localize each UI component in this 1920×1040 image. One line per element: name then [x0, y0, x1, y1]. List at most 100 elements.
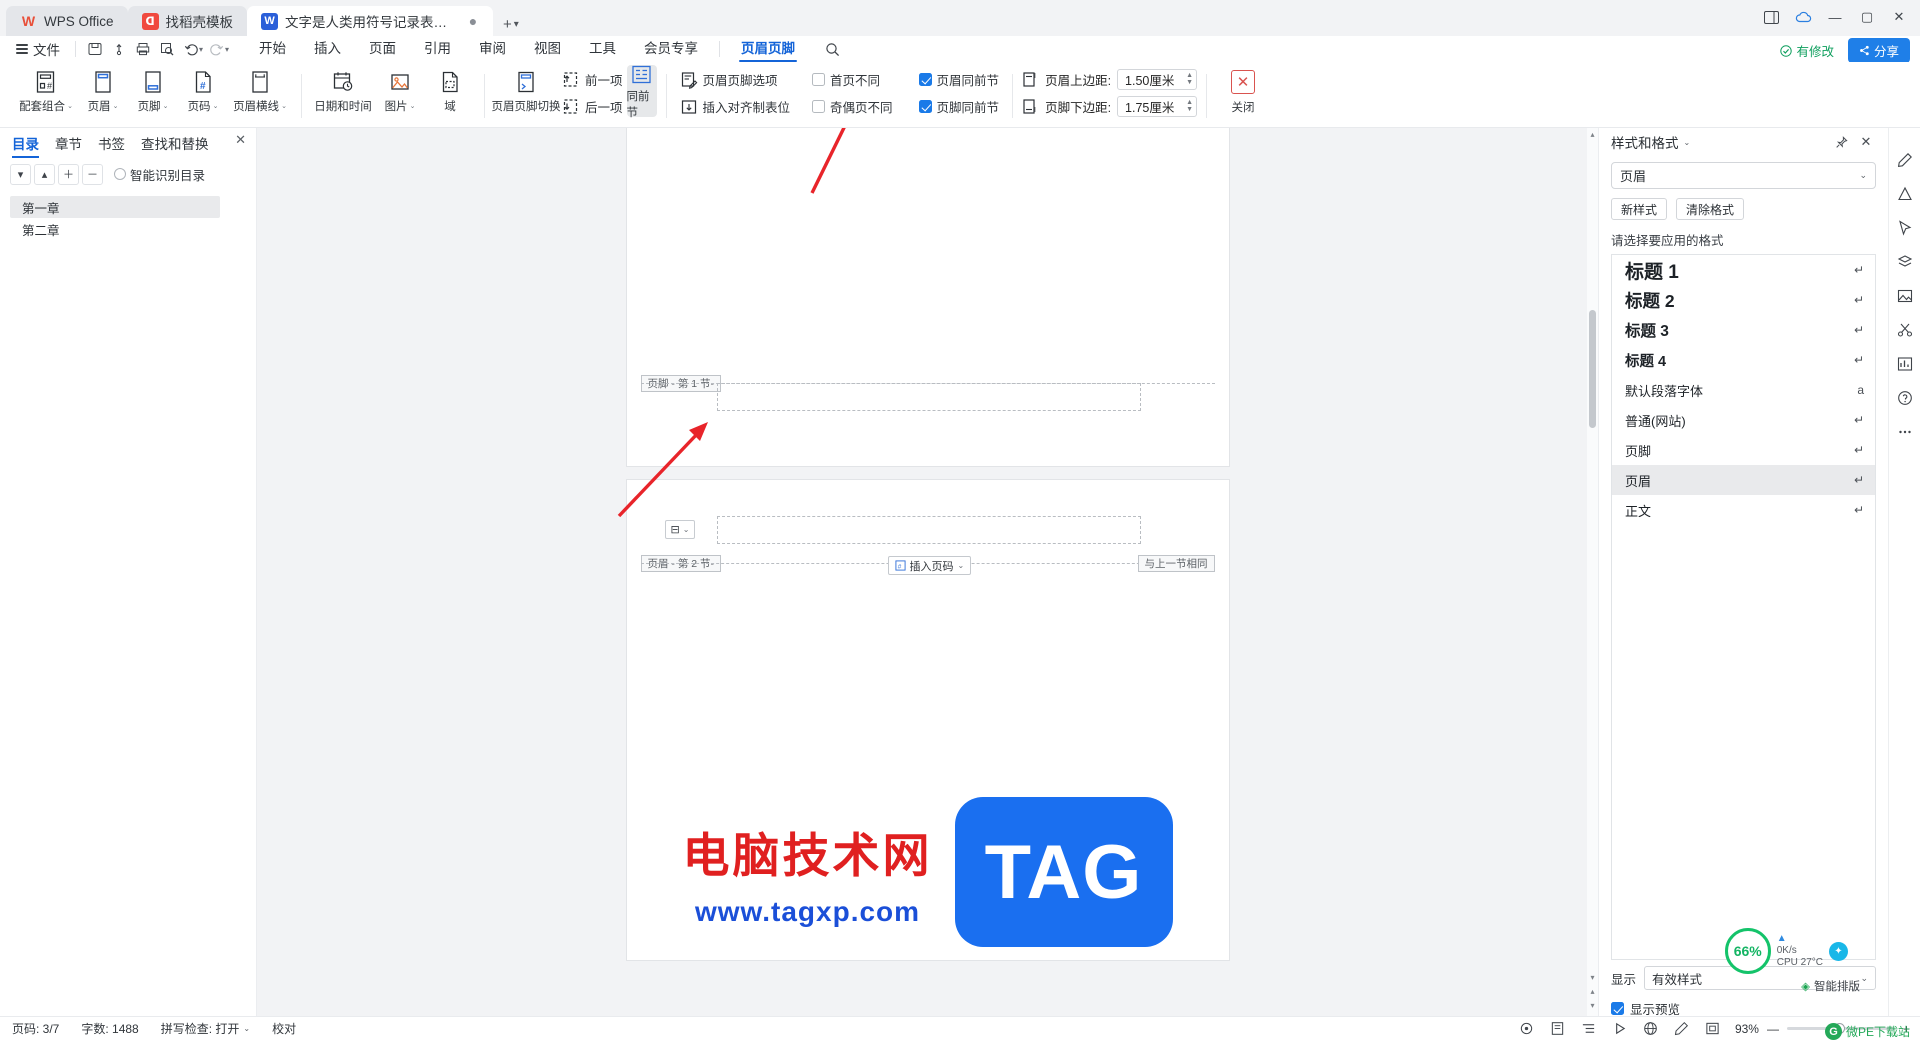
style-item-body-text[interactable]: 正文 ↵: [1612, 495, 1875, 525]
ribbon-close-header-footer-button[interactable]: ✕ 关闭: [1216, 65, 1270, 127]
insert-page-number-button[interactable]: # 插入页码 ⌄: [887, 556, 972, 575]
nav-tab-bookmark[interactable]: 书签: [98, 133, 125, 157]
vertical-scrollbar[interactable]: ▴ ▾ ▴ ▾: [1587, 128, 1598, 1016]
minimize-button[interactable]: —: [1820, 4, 1850, 30]
pen-icon[interactable]: [1673, 1020, 1691, 1038]
sidebar-toggle-icon[interactable]: [1756, 4, 1786, 30]
demote-icon[interactable]: －: [82, 163, 103, 185]
page-view-icon[interactable]: [1549, 1020, 1567, 1038]
spinner-arrows-icon[interactable]: ▲ ▼: [1186, 99, 1193, 113]
pin-icon[interactable]: [1831, 132, 1851, 152]
tab-page[interactable]: 页面: [355, 36, 410, 62]
current-style-select[interactable]: 页眉 ⌄: [1611, 162, 1876, 189]
ribbon-footer-button[interactable]: 页脚 ⌄: [128, 65, 178, 121]
ribbon-header-line-button[interactable]: 页眉横线 ⌄: [228, 65, 292, 121]
assistant-icon[interactable]: ✦: [1829, 941, 1848, 961]
tab-header-footer[interactable]: 页眉页脚: [727, 36, 809, 62]
maximize-button[interactable]: ▢: [1852, 4, 1882, 30]
cpu-usage-circle[interactable]: 66%: [1724, 928, 1771, 974]
scissors-icon[interactable]: [1894, 320, 1916, 340]
cloud-sync-icon[interactable]: [107, 39, 131, 60]
ribbon-field-button[interactable]: 域: [425, 65, 475, 121]
chevron-down-icon[interactable]: ⌄: [1684, 138, 1691, 147]
ribbon-page-number-button[interactable]: # 页码 ⌄: [178, 65, 228, 121]
ribbon-date-time-button[interactable]: 日期和时间: [311, 65, 375, 121]
style-item-heading3[interactable]: 标题 3 ↵: [1612, 315, 1875, 345]
move-up-icon[interactable]: ▴: [34, 163, 55, 185]
promote-icon[interactable]: ＋: [58, 163, 79, 185]
save-icon[interactable]: [83, 39, 107, 60]
share-button[interactable]: 分享: [1847, 38, 1910, 63]
scroll-page-up-button[interactable]: ▾: [1587, 973, 1598, 982]
tab-insert[interactable]: 插入: [300, 36, 355, 62]
proofread-button[interactable]: 校对: [272, 1020, 296, 1037]
scroll-down-button[interactable]: ▾: [1587, 1001, 1598, 1010]
picture-frame-icon[interactable]: [1894, 286, 1916, 306]
ribbon-combo-button[interactable]: # 配套组合 ⌄: [14, 65, 78, 121]
ribbon-header-footer-switch-button[interactable]: 页眉页脚切换: [492, 65, 561, 121]
style-item-header[interactable]: 页眉 ↵: [1612, 465, 1875, 495]
tab-member[interactable]: 会员专享: [630, 36, 712, 62]
header-top-margin-input[interactable]: 1.50厘米 ▲ ▼: [1117, 69, 1198, 90]
spellcheck-status[interactable]: 拼写检查: 打开 ⌄: [161, 1020, 250, 1037]
save-status[interactable]: 有修改: [1775, 39, 1839, 62]
zoom-value[interactable]: 93%: [1735, 1022, 1759, 1036]
ribbon-insert-alignment-tab-button[interactable]: 插入对齐制表位: [676, 95, 795, 119]
ribbon-header-footer-options-button[interactable]: 页眉页脚选项: [676, 68, 795, 92]
clear-format-button[interactable]: 清除格式: [1676, 198, 1745, 220]
print-icon[interactable]: [131, 39, 155, 60]
document-canvas[interactable]: 页脚 - 第 1 节- ⊟ ⌄ 页眉 - 第 2 节- 与上一节相同 # 插入页…: [257, 128, 1598, 1016]
tab-reference[interactable]: 引用: [410, 36, 465, 62]
nav-tab-find-replace[interactable]: 查找和替换: [141, 133, 209, 157]
toc-item-chapter2[interactable]: 第二章: [0, 218, 256, 240]
header-edit-box[interactable]: [716, 516, 1141, 544]
search-icon[interactable]: [819, 38, 845, 60]
smart-toc-button[interactable]: 智能识别目录: [114, 165, 205, 184]
tab-modified-dot[interactable]: ●: [467, 14, 479, 28]
footer-edit-box[interactable]: [716, 383, 1141, 411]
tab-review[interactable]: 审阅: [465, 36, 520, 62]
checkbox-footer-same-as-previous[interactable]: 页脚同前节: [915, 95, 1004, 119]
chart-icon[interactable]: [1894, 354, 1916, 374]
checkbox-different-first-page[interactable]: 首页不同: [808, 68, 897, 92]
ribbon-next-button[interactable]: 后一项: [558, 95, 627, 119]
more-icon[interactable]: ▾: [225, 45, 229, 54]
collapse-all-icon[interactable]: ▾: [10, 163, 31, 185]
more-icon[interactable]: [1894, 422, 1916, 442]
close-button[interactable]: ✕: [1884, 4, 1914, 30]
smart-layout-button[interactable]: ◈ 智能排版: [1801, 978, 1860, 994]
tab-document[interactable]: W 文字是人类用符号记录表达信息以… ●: [247, 6, 494, 36]
read-view-icon[interactable]: [1611, 1020, 1629, 1038]
style-item-heading2[interactable]: 标题 2 ↵: [1612, 285, 1875, 315]
spinner-arrows-icon[interactable]: ▲ ▼: [1186, 72, 1193, 86]
tab-tools[interactable]: 工具: [575, 36, 630, 62]
scroll-up-button[interactable]: ▴: [1587, 130, 1598, 139]
file-menu-button[interactable]: 文件: [8, 39, 68, 59]
chevron-down-icon[interactable]: ▾: [199, 45, 203, 54]
tab-start[interactable]: 开始: [245, 36, 300, 62]
tab-view[interactable]: 视图: [520, 36, 575, 62]
cursor-icon[interactable]: [1894, 218, 1916, 238]
performance-float[interactable]: 66% ▲ 0K/s CPU 27°C ✦: [1724, 928, 1848, 974]
cloud-icon[interactable]: [1788, 4, 1818, 30]
zoom-out-button[interactable]: —: [1767, 1022, 1779, 1036]
nav-tab-toc[interactable]: 目录: [12, 133, 39, 158]
content-control-chip[interactable]: ⊟ ⌄: [664, 520, 696, 539]
nav-tab-chapter[interactable]: 章节: [55, 133, 82, 157]
shape-icon[interactable]: [1894, 184, 1916, 204]
word-count[interactable]: 字数: 1488: [81, 1020, 138, 1037]
toc-item-chapter1[interactable]: 第一章: [10, 196, 220, 218]
ribbon-header-button[interactable]: 页眉 ⌄: [78, 65, 128, 121]
close-icon[interactable]: ✕: [235, 132, 246, 148]
layers-icon[interactable]: [1894, 252, 1916, 272]
style-list[interactable]: 标题 1 ↵ 标题 2 ↵ 标题 3 ↵ 标题 4 ↵ 默认段落字体 a 普通(网站) ↵ …: [1611, 254, 1876, 960]
footer-bottom-margin-input[interactable]: 1.75厘米 ▲ ▼: [1117, 96, 1198, 117]
tab-find-template[interactable]: ᗡ 找稻壳模板: [127, 6, 248, 36]
close-icon[interactable]: ✕: [1856, 132, 1876, 152]
pen-icon[interactable]: [1894, 150, 1916, 170]
web-view-icon[interactable]: [1642, 1020, 1660, 1038]
style-item-normal-web[interactable]: 普通(网站) ↵: [1612, 405, 1875, 435]
document-page-2[interactable]: ⊟ ⌄ 页眉 - 第 2 节- 与上一节相同 # 插入页码 ⌄ 电脑技术网 ww…: [626, 480, 1229, 960]
style-item-default-paragraph-font[interactable]: 默认段落字体 a: [1612, 375, 1875, 405]
page-indicator[interactable]: 页码: 3/7: [12, 1020, 59, 1037]
